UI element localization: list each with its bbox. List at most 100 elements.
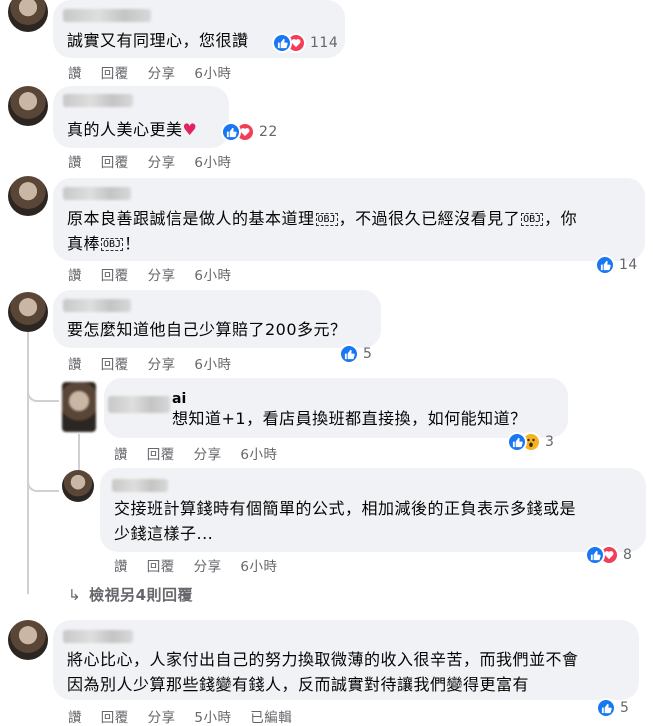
edited-label[interactable]: 已編輯 [250, 710, 292, 726]
text-segment: ，你 [544, 209, 578, 228]
reaction-count: 114 [310, 35, 339, 51]
view-more-replies-link[interactable]: ↳ 檢視另4則回覆 [68, 584, 193, 605]
avatar[interactable] [8, 620, 48, 660]
share-button[interactable]: 分享 [148, 66, 176, 82]
share-button[interactable]: 分享 [148, 155, 176, 171]
text-segment: 原本良善跟誠信是做人的基本道理 [67, 209, 315, 228]
comment-text: 真的人美心更美♥ [67, 117, 197, 143]
comment-bubble: 要怎麼知道他自己少算賠了200多元？ [53, 290, 381, 348]
reaction-summary[interactable]: 22 [221, 121, 278, 143]
avatar[interactable] [8, 292, 48, 332]
comment-text-content: 真的人美心更美 [67, 120, 183, 139]
reaction-count: 3 [545, 434, 555, 450]
thumbs-up-icon [272, 33, 292, 53]
obj-glyph: OBJ [315, 213, 338, 226]
thumbs-up-icon [595, 255, 615, 275]
commenter-name[interactable] [112, 479, 168, 492]
reaction-count: 22 [259, 124, 278, 140]
share-button[interactable]: 分享 [194, 447, 222, 463]
reply-button[interactable]: 回覆 [101, 66, 129, 82]
thumbs-up-icon [507, 432, 527, 452]
reply-text: 想知道+1，看店員換班都直接換，如何能知道？ [172, 409, 527, 428]
timestamp[interactable]: 5小時 [194, 710, 231, 726]
commenter-name[interactable] [63, 9, 151, 22]
thumbs-up-icon [221, 122, 241, 142]
view-more-replies-label: 檢視另4則回覆 [89, 586, 194, 604]
share-button[interactable]: 分享 [148, 710, 176, 726]
reply-button[interactable]: 回覆 [147, 447, 175, 463]
reply-text-line: 少錢這樣子... [114, 524, 214, 543]
comment-actions: 讚 回覆 分享 6小時 [68, 264, 245, 284]
obj-glyph: OBJ [521, 213, 544, 226]
commenter-name-suffix[interactable]: ai [172, 391, 186, 407]
share-button[interactable]: 分享 [194, 559, 222, 575]
reply-bubble: ai 想知道+1，看店員換班都直接換，如何能知道？ [104, 378, 568, 438]
comment-bubble: 真的人美心更美♥ [53, 86, 229, 148]
reply-button[interactable]: 回覆 [101, 155, 129, 171]
commenter-name[interactable] [108, 396, 170, 413]
reaction-summary[interactable]: 14 [595, 254, 638, 276]
reply-actions: 讚 回覆 分享 6小時 [114, 555, 291, 575]
avatar[interactable] [8, 86, 48, 126]
reply-button[interactable]: 回覆 [101, 710, 129, 726]
comment-actions: 讚 回覆 分享 5小時 已編輯 [68, 706, 306, 726]
reaction-summary[interactable]: 114 [272, 32, 338, 54]
reaction-count: 5 [363, 346, 373, 362]
reply-text-line: 交接班計算錢時有個簡單的公式，相加減後的正負表示多錢或是 [114, 499, 577, 518]
avatar[interactable] [8, 0, 48, 32]
commenter-name[interactable] [63, 187, 131, 200]
reaction-summary[interactable]: 5 [339, 343, 372, 365]
reaction-summary[interactable]: 8 [585, 544, 632, 566]
reaction-summary[interactable]: 3 [507, 431, 554, 453]
comment-text: 誠實又有同理心，您很讚 [67, 31, 249, 50]
comment-actions: 讚 回覆 分享 6小時 [68, 62, 245, 82]
comment-text-line: 真棒 OBJ！ [67, 231, 141, 257]
timestamp[interactable]: 6小時 [194, 357, 231, 373]
text-segment: ，不過很久已經沒看見了 [338, 209, 521, 228]
reply-button[interactable]: 回覆 [101, 357, 129, 373]
like-button[interactable]: 讚 [68, 357, 82, 373]
comment-bubble: 將心比心，人家付出自己的努力換取微薄的收入很辛苦，而我們並不會 因為別人少算那些… [53, 620, 639, 700]
timestamp[interactable]: 6小時 [194, 66, 231, 82]
comment-text-line: 因為別人少算那些錢變有錢人，反而誠實對待讓我們變得更富有 [67, 675, 530, 694]
like-button[interactable]: 讚 [114, 447, 128, 463]
comment-text-line: 將心比心，人家付出自己的努力換取微薄的收入很辛苦，而我們並不會 [67, 650, 579, 669]
like-button[interactable]: 讚 [68, 66, 82, 82]
obj-glyph: OBJ [101, 238, 124, 251]
reaction-summary[interactable]: 5 [596, 697, 629, 719]
comment-actions: 讚 回覆 分享 6小時 [68, 353, 245, 373]
commenter-name[interactable] [63, 299, 131, 312]
commenter-name[interactable] [63, 94, 133, 107]
timestamp[interactable]: 6小時 [194, 268, 231, 284]
avatar[interactable] [8, 176, 48, 216]
share-button[interactable]: 分享 [148, 357, 176, 373]
reply-bubble: 交接班計算錢時有個簡單的公式，相加減後的正負表示多錢或是 少錢這樣子... [100, 468, 646, 552]
comment-actions: 讚 回覆 分享 6小時 [68, 151, 245, 171]
commenter-name[interactable] [63, 630, 133, 643]
reply-arrow-icon: ↳ [68, 586, 82, 604]
thumbs-up-icon [585, 545, 605, 565]
thread-line [27, 332, 29, 594]
text-segment: ！ [124, 234, 141, 253]
thread-connector [27, 380, 59, 402]
like-button[interactable]: 讚 [68, 268, 82, 284]
like-button[interactable]: 讚 [114, 559, 128, 575]
comment-text-line: 原本良善跟誠信是做人的基本道理 OBJ ，不過很久已經沒看見了 OBJ ，你 [67, 206, 577, 232]
thumbs-up-icon [339, 344, 359, 364]
reply-button[interactable]: 回覆 [101, 268, 129, 284]
like-button[interactable]: 讚 [68, 155, 82, 171]
reaction-count: 14 [619, 257, 638, 273]
comment-text: 要怎麼知道他自己少算賠了200多元？ [67, 320, 347, 339]
avatar[interactable] [62, 470, 94, 502]
heart-emoji: ♥ [182, 120, 198, 139]
share-button[interactable]: 分享 [148, 268, 176, 284]
thumbs-up-icon [596, 698, 616, 718]
comment-bubble: 原本良善跟誠信是做人的基本道理 OBJ ，不過很久已經沒看見了 OBJ ，你 真棒 OBJ… [53, 178, 645, 261]
timestamp[interactable]: 6小時 [240, 559, 277, 575]
reply-button[interactable]: 回覆 [147, 559, 175, 575]
timestamp[interactable]: 6小時 [240, 447, 277, 463]
avatar[interactable] [62, 382, 96, 432]
text-segment: 真棒 [67, 234, 101, 253]
like-button[interactable]: 讚 [68, 710, 82, 726]
timestamp[interactable]: 6小時 [194, 155, 231, 171]
